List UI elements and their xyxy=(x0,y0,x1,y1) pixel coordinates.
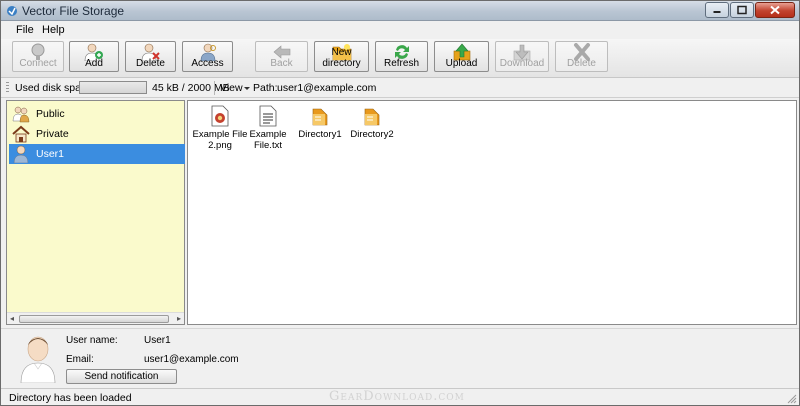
tree-item-label: Public xyxy=(36,108,65,120)
app-window: Vector File Storage File Help Connect Ad… xyxy=(0,0,800,406)
connect-label: Connect xyxy=(19,58,57,69)
upload-label: Upload xyxy=(445,58,478,69)
new-directory-label: New directory xyxy=(322,47,361,69)
access-button[interactable]: Access xyxy=(182,41,233,72)
menu-bar: File Help xyxy=(1,21,799,39)
disk-usage-bar xyxy=(79,81,147,94)
delete-file-button[interactable]: Delete xyxy=(555,41,608,72)
path-label: Path: xyxy=(253,82,278,94)
window-title: Vector File Storage xyxy=(22,4,125,18)
add-user-button[interactable]: Add xyxy=(69,41,119,72)
tree-item-label: User1 xyxy=(34,148,67,160)
send-notification-button[interactable]: Send notification xyxy=(66,369,177,384)
delete-file-label: Delete xyxy=(567,58,596,69)
maximize-button[interactable] xyxy=(730,2,754,18)
tree-item-label: Private xyxy=(36,128,69,140)
back-label: Back xyxy=(270,58,293,69)
tree-horizontal-scrollbar[interactable]: ◂ ▸ xyxy=(7,312,184,324)
upload-button[interactable]: Upload xyxy=(434,41,489,72)
refresh-label: Refresh xyxy=(383,58,419,69)
folder-icon xyxy=(364,108,380,126)
avatar xyxy=(20,336,56,383)
scroll-right-icon[interactable]: ▸ xyxy=(177,314,181,323)
file-item[interactable]: Directory2 xyxy=(343,105,401,140)
user-tree[interactable]: Public Private User1 ◂ ▸ xyxy=(6,100,185,325)
title-bar[interactable]: Vector File Storage xyxy=(1,1,799,21)
email-value: user1@example.com xyxy=(144,354,239,365)
delete-user-button[interactable]: Delete xyxy=(125,41,176,72)
file-item[interactable]: Directory1 xyxy=(291,105,349,140)
add-user-label: Add xyxy=(85,58,103,69)
back-button[interactable]: Back xyxy=(255,41,308,72)
file-list[interactable]: Example File 2.png Example File.txt Dire… xyxy=(187,100,797,325)
scroll-left-icon[interactable]: ◂ xyxy=(10,314,14,323)
minimize-button[interactable] xyxy=(705,2,729,18)
tree-item-private[interactable]: Private xyxy=(9,124,185,144)
disk-usage-text: 45 kB / 2000 MB xyxy=(152,82,230,94)
folder-icon xyxy=(312,108,328,126)
email-label: Email: xyxy=(66,354,94,365)
close-icon xyxy=(770,5,780,15)
tree-item-user1[interactable]: User1 xyxy=(9,144,185,164)
refresh-button[interactable]: Refresh xyxy=(375,41,428,72)
username-value: User1 xyxy=(144,335,171,346)
file-name: Directory2 xyxy=(350,129,394,140)
public-users-icon xyxy=(12,106,30,123)
toolbar-grip[interactable] xyxy=(6,82,9,94)
user-icon xyxy=(13,145,29,163)
menu-file[interactable]: File xyxy=(16,24,34,36)
tree-item-public[interactable]: Public xyxy=(9,104,185,124)
file-item[interactable]: Example File.txt xyxy=(239,105,297,151)
user-info-panel: User name: User1 Email: user1@example.co… xyxy=(1,328,799,386)
chevron-down-icon[interactable] xyxy=(244,87,250,90)
minimize-icon xyxy=(713,11,721,13)
file-name: Example File.txt xyxy=(249,129,287,151)
file-name: Directory1 xyxy=(298,129,342,140)
txt-file-icon xyxy=(259,105,277,127)
download-label: Download xyxy=(499,58,545,69)
new-directory-button[interactable]: New directory xyxy=(314,41,369,72)
scrollbar-thumb[interactable] xyxy=(19,315,169,323)
status-bar: Directory has been loaded GearDownload.c… xyxy=(1,388,799,405)
status-text: Directory has been loaded xyxy=(9,392,132,404)
menu-help[interactable]: Help xyxy=(42,24,65,36)
username-label: User name: xyxy=(66,335,118,346)
connect-button[interactable]: Connect xyxy=(12,41,64,72)
access-label: Access xyxy=(191,58,224,69)
png-file-icon xyxy=(211,105,229,127)
download-button[interactable]: Download xyxy=(495,41,549,72)
view-menu[interactable]: View xyxy=(220,82,243,94)
separator xyxy=(214,81,215,95)
window-controls xyxy=(704,2,795,19)
resize-grip-icon[interactable] xyxy=(787,394,797,404)
watermark: GearDownload.com xyxy=(329,389,465,404)
info-bar: Used disk space 45 kB / 2000 MB View Pat… xyxy=(1,78,799,98)
delete-user-label: Delete xyxy=(136,58,165,69)
house-icon xyxy=(12,125,30,143)
toolbar: Connect Add Delete Access Back New direc… xyxy=(1,39,799,78)
maximize-icon xyxy=(737,5,747,15)
app-icon xyxy=(7,6,17,16)
close-button[interactable] xyxy=(755,2,795,18)
path-value: user1@example.com xyxy=(277,82,377,94)
